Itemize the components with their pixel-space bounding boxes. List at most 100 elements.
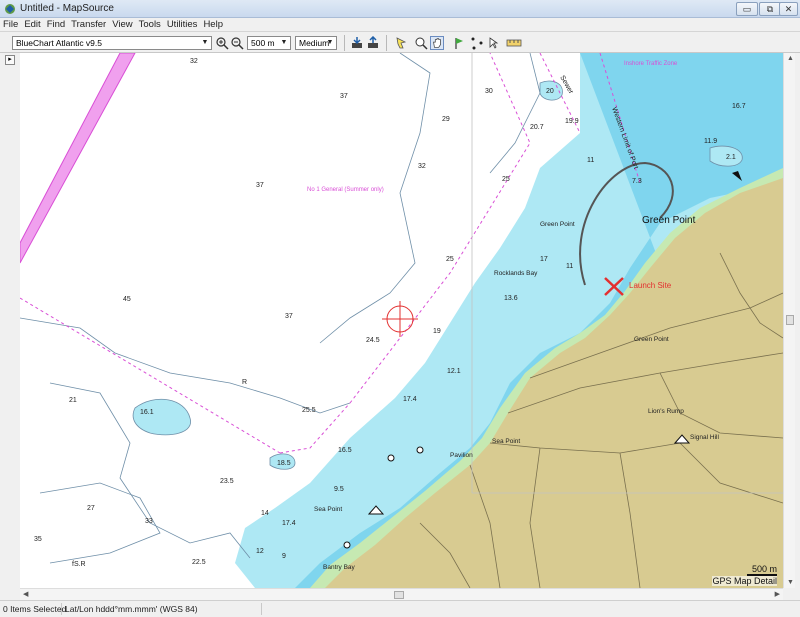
place-label: Green Point [540,221,575,228]
select-tool-icon[interactable] [394,36,408,50]
toolbar-separator [344,35,345,51]
status-coordinate-format: Lat/Lon hddd°mm.mmm' (WGS 84) [62,603,262,615]
detail-level-select[interactable]: Medium ▼ [295,36,337,50]
traffic-zone-label: Inshore Traffic Zone [624,61,678,67]
depth-sounding: 12 [256,548,264,555]
traffic-zone-label: No 1 General (Summer only) [307,187,384,193]
menu-transfer[interactable]: Transfer [68,18,109,31]
zoom-tool-icon[interactable] [414,36,428,50]
map-scale: 500 m GPS Map Detail [712,564,777,586]
vertical-scroll-thumb[interactable] [786,315,794,325]
restore-button[interactable]: ⧉ [759,2,781,16]
depth-sounding: 29 [442,116,450,123]
depth-sounding: 17 [540,256,548,263]
depth-sounding: 12.1 [447,368,461,375]
depth-sounding: 27 [87,505,95,512]
depth-sounding: 37 [285,313,293,320]
green-point-label: Green Point [642,215,696,226]
status-bar: 0 Items Selected Lat/Lon hddd°mm.mmm' (W… [0,600,800,617]
send-to-device-icon[interactable] [366,36,380,50]
left-gutter: ▸ [0,53,20,588]
place-label: Bantry Bay [323,564,356,571]
map-detail-label: GPS Map Detail [712,576,777,586]
zoom-in-icon[interactable] [215,36,229,50]
menu-tools[interactable]: Tools [136,18,164,31]
depth-sounding: 23.5 [220,478,234,485]
scroll-left-icon[interactable]: ◀ [23,590,28,598]
menu-find[interactable]: Find [44,18,68,31]
place-label: Sea Point [314,506,342,513]
depth-sounding: 9.5 [334,486,344,493]
depth-sounding: 11 [587,157,594,164]
depth-sounding: 16.1 [140,409,154,416]
depth-sounding: 25 [502,176,510,183]
scroll-up-icon[interactable]: ▲ [787,55,794,62]
chevron-down-icon: ▼ [280,39,288,46]
window-title: Untitled - MapSource [20,3,114,14]
toolbar-separator [386,35,387,51]
map-product-value: BlueChart Atlantic v9.5 [16,38,102,48]
place-label: Signal Hill [690,434,719,441]
horizontal-scrollbar[interactable]: ◀ ▶ [20,588,783,600]
depth-sounding: 32 [190,58,198,65]
title-bar: Untitled - MapSource ▭ ⧉ ✕ [0,0,800,18]
measure-distance-icon[interactable] [506,36,522,50]
chevron-down-icon: ▼ [326,39,334,46]
vertical-scrollbar[interactable]: ▲ ▼ [783,53,795,588]
depth-sounding: 25.5 [302,407,316,414]
toolbar: BlueChart Atlantic v9.5 ▼ 500 m ▼ Medium… [0,31,800,53]
launch-site-label[interactable]: Launch Site [629,281,672,290]
depth-sounding: 2.1 [726,154,736,161]
expand-panel-button[interactable]: ▸ [5,55,15,65]
depth-sounding: 35 [34,536,42,543]
pan-hand-tool-icon[interactable] [430,36,444,50]
place-label: Green Point [634,336,669,343]
scroll-right-icon[interactable]: ▶ [775,590,780,598]
menu-view[interactable]: View [109,18,135,31]
seabed-label: R [242,379,247,386]
depth-sounding: 17.4 [403,396,417,403]
depth-sounding: 33 [145,518,153,525]
nautical-chart[interactable]: 32 37 29 30 20 19.9 20.7 16.7 11.9 2.1 37 32 25 11 7.3… [20,53,783,588]
chevron-down-icon: ▼ [201,39,209,46]
depth-sounding: 16.5 [338,447,352,454]
map-scale-value: 500 m [747,564,777,576]
depth-sounding: 37 [256,182,264,189]
menu-file[interactable]: File [0,18,21,31]
zoom-scale-select[interactable]: 500 m ▼ [247,36,291,50]
route-tool-icon[interactable] [470,36,484,50]
menu-help[interactable]: Help [200,18,226,31]
minimize-button[interactable]: ▭ [736,2,758,16]
depth-sounding: 9 [282,553,286,560]
waypoint-tool-icon[interactable] [452,36,466,50]
zoom-scale-value: 500 m [251,38,275,48]
depth-sounding: 17.4 [282,520,296,527]
depth-sounding: 22.5 [192,559,206,566]
mapsource-app-icon [5,4,15,14]
depth-sounding: 20.7 [530,124,544,131]
horizontal-scroll-thumb[interactable] [394,591,404,599]
depth-sounding: 11.9 [704,138,717,145]
menu-utilities[interactable]: Utilities [164,18,201,31]
depth-sounding: 24.5 [366,337,380,344]
menu-edit[interactable]: Edit [21,18,43,31]
depth-sounding: 7.3 [632,178,642,185]
depth-sounding: 13.6 [504,295,518,302]
receive-from-device-icon[interactable] [350,36,364,50]
depth-sounding: 19 [433,328,441,335]
seabed-label: fS.R [72,561,86,568]
place-label: Rocklands Bay [494,270,538,277]
scroll-down-icon[interactable]: ▼ [787,579,794,586]
zoom-out-icon[interactable] [230,36,244,50]
depth-sounding: 14 [261,510,269,517]
map-product-select[interactable]: BlueChart Atlantic v9.5 ▼ [12,36,212,50]
depth-sounding: 19.9 [565,118,579,125]
map-view[interactable]: 32 37 29 30 20 19.9 20.7 16.7 11.9 2.1 37 32 25 11 7.3… [20,53,783,588]
track-tool-icon[interactable] [487,36,501,50]
close-button[interactable]: ✕ [779,2,798,16]
status-items-selected: 0 Items Selected [0,603,66,615]
depth-sounding: 16.7 [732,103,746,110]
depth-sounding: 37 [340,93,348,100]
depth-sounding: 20 [546,88,554,95]
depth-sounding: 21 [69,397,77,404]
